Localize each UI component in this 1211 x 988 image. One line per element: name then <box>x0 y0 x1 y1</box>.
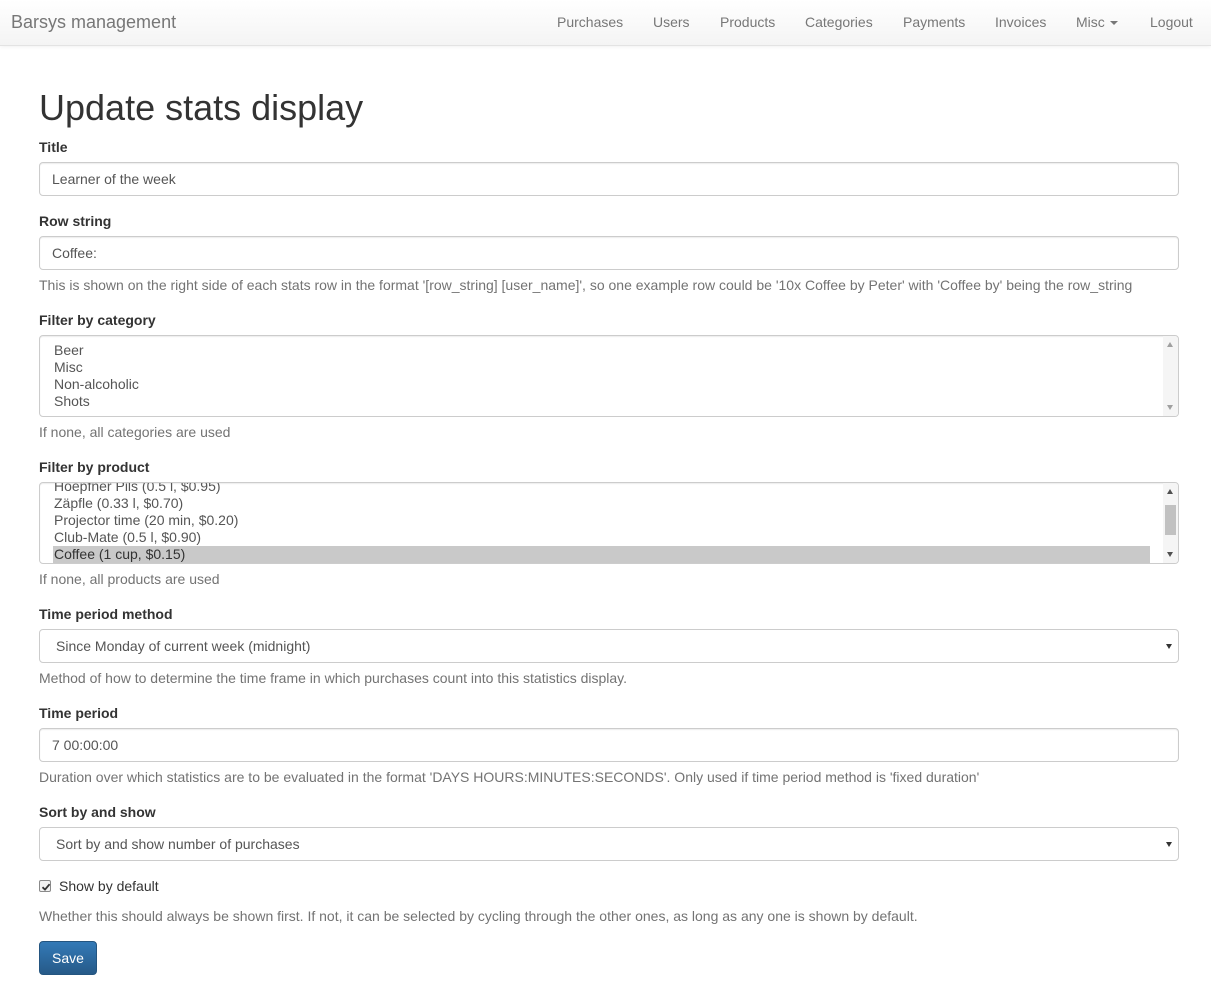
filter-category-help: If none, all categories are used <box>39 424 231 440</box>
time-period-method-value: Since Monday of current week (midnight) <box>56 638 311 654</box>
dropdown-arrow-icon <box>1166 842 1172 847</box>
nav-purchases[interactable]: Purchases <box>557 14 623 30</box>
nav-users[interactable]: Users <box>653 14 690 30</box>
category-scrollbar[interactable] <box>1163 336 1178 416</box>
sort-by-value: Sort by and show number of purchases <box>56 836 300 852</box>
page-title: Update stats display <box>39 87 364 128</box>
row-string-input[interactable]: Coffee: <box>39 236 1179 270</box>
category-option[interactable]: Shots <box>53 393 1150 410</box>
time-period-input[interactable]: 7 00:00:00 <box>39 728 1179 762</box>
filter-category-label: Filter by category <box>39 312 156 328</box>
show-by-default-checkbox[interactable] <box>39 880 51 892</box>
scroll-up-icon[interactable] <box>1167 489 1173 494</box>
nav-logout[interactable]: Logout <box>1150 14 1193 30</box>
row-string-label: Row string <box>39 213 112 229</box>
category-option[interactable]: Non-alcoholic <box>53 376 1150 393</box>
sort-by-label: Sort by and show <box>39 804 156 820</box>
scroll-thumb[interactable] <box>1165 505 1176 535</box>
nav-misc-label: Misc <box>1076 14 1105 30</box>
save-button[interactable]: Save <box>39 941 97 975</box>
scroll-down-icon[interactable] <box>1167 552 1173 557</box>
title-input[interactable]: Learner of the week <box>39 162 1179 196</box>
scroll-down-icon[interactable] <box>1167 405 1173 410</box>
product-option-selected[interactable]: Coffee (1 cup, $0.15) <box>53 546 1150 563</box>
category-option[interactable]: Misc <box>53 359 1150 376</box>
sort-by-select[interactable]: Sort by and show number of purchases <box>39 827 1179 861</box>
caret-down-icon <box>1109 21 1118 26</box>
product-option[interactable]: Zäpfle (0.33 l, $0.70) <box>53 495 1150 512</box>
time-period-label: Time period <box>39 705 119 721</box>
nav-invoices[interactable]: Invoices <box>995 14 1046 30</box>
nav-products[interactable]: Products <box>720 14 775 30</box>
brand-link[interactable]: Barsys management <box>11 12 176 33</box>
nav-misc-dropdown[interactable]: Misc <box>1076 14 1118 30</box>
time-period-help: Duration over which statistics are to be… <box>39 769 980 785</box>
show-by-default-help: Whether this should always be shown firs… <box>39 908 918 924</box>
checkmark-icon <box>41 883 51 891</box>
product-option[interactable]: Hoepfner Pils (0.5 l, $0.95) <box>53 483 1150 495</box>
filter-category-select[interactable]: Beer Misc Non-alcoholic Shots <box>39 335 1179 417</box>
show-by-default-label[interactable]: Show by default <box>59 878 159 894</box>
category-option[interactable]: Beer <box>53 342 1150 359</box>
scroll-up-icon[interactable] <box>1167 342 1173 347</box>
product-scrollbar[interactable] <box>1163 483 1178 563</box>
dropdown-arrow-icon <box>1166 644 1172 649</box>
time-period-method-select[interactable]: Since Monday of current week (midnight) <box>39 629 1179 663</box>
filter-product-label: Filter by product <box>39 459 150 475</box>
time-period-method-label: Time period method <box>39 606 173 622</box>
time-period-method-help: Method of how to determine the time fram… <box>39 670 628 686</box>
nav-categories[interactable]: Categories <box>805 14 873 30</box>
filter-product-help: If none, all products are used <box>39 571 220 587</box>
filter-product-select[interactable]: Hoepfner Pils (0.5 l, $0.95) Zäpfle (0.3… <box>39 482 1179 564</box>
title-label: Title <box>39 139 68 155</box>
row-string-help: This is shown on the right side of each … <box>39 277 1133 293</box>
product-option[interactable]: Club-Mate (0.5 l, $0.90) <box>53 529 1150 546</box>
product-option[interactable]: Projector time (20 min, $0.20) <box>53 512 1150 529</box>
nav-payments[interactable]: Payments <box>903 14 965 30</box>
navbar: Barsys management Purchases Users Produc… <box>0 0 1211 46</box>
